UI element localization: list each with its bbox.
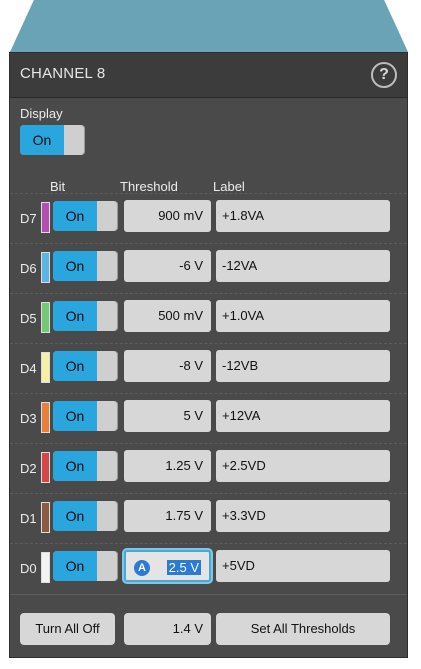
channel-toggle-knob: [100, 351, 118, 381]
channel-color-swatch: [41, 452, 50, 483]
threshold-field[interactable]: 900 mV: [124, 200, 211, 232]
channel-toggle[interactable]: On: [53, 251, 118, 281]
channel-toggle-knob: [100, 301, 118, 331]
channel-toggle-on: On: [53, 501, 97, 531]
channel-toggle[interactable]: On: [53, 501, 118, 531]
label-field[interactable]: +5VD: [216, 550, 390, 582]
channel-row-d6: D6 On -6 V -12VA: [10, 243, 407, 294]
label-field[interactable]: -12VA: [216, 250, 390, 282]
channel-toggle-on: On: [53, 251, 97, 281]
channel-name: D2: [20, 461, 37, 476]
channel-toggle-knob: [100, 551, 118, 581]
channel-toggle[interactable]: On: [53, 401, 118, 431]
label-field[interactable]: -12VB: [216, 350, 390, 382]
turn-all-off-button[interactable]: Turn All Off: [20, 613, 115, 645]
channel-toggle[interactable]: On: [53, 301, 118, 331]
channel-name: D6: [20, 261, 37, 276]
column-threshold: Threshold: [120, 179, 178, 194]
channel-row-d1: D1 On 1.75 V +3.3VD: [10, 493, 407, 544]
display-label: Display: [20, 106, 63, 121]
channel-row-d5: D5 On 500 mV +1.0VA: [10, 293, 407, 344]
display-toggle-on: On: [20, 125, 64, 155]
display-toggle-knob: [67, 125, 85, 155]
channel-name: D7: [20, 211, 37, 226]
channel-name: D0: [20, 561, 37, 576]
panel-titlebar: CHANNEL 8 ?: [10, 53, 407, 98]
label-field[interactable]: +12VA: [216, 400, 390, 432]
channel-toggle-knob: [100, 501, 118, 531]
threshold-field[interactable]: 1.25 V: [124, 450, 211, 482]
channel-color-swatch: [41, 552, 50, 583]
all-threshold-field[interactable]: 1.4 V: [124, 613, 211, 645]
channel-row-d2: D2 On 1.25 V +2.5VD: [10, 443, 407, 494]
threshold-field[interactable]: 5 V: [124, 400, 211, 432]
panel-header-tab: [10, 0, 408, 52]
channel-toggle[interactable]: On: [53, 451, 118, 481]
label-field[interactable]: +3.3VD: [216, 500, 390, 532]
display-toggle[interactable]: On: [20, 125, 85, 155]
column-bit: Bit: [50, 179, 66, 194]
label-field[interactable]: +1.8VA: [216, 200, 390, 232]
channel-color-swatch: [41, 402, 50, 433]
channel-toggle-on: On: [53, 301, 97, 331]
channel-color-swatch: [41, 302, 50, 333]
channel-toggle[interactable]: On: [53, 351, 118, 381]
channel-row-d0: D0 On A 2.5 V +5VD: [10, 543, 407, 594]
channel-toggle-on: On: [53, 401, 97, 431]
channel-name: D5: [20, 311, 37, 326]
channel-toggle-knob: [100, 401, 118, 431]
channel-toggle-on: On: [53, 451, 97, 481]
channel-toggle-knob: [100, 201, 118, 231]
channel-toggle-knob: [100, 251, 118, 281]
label-field[interactable]: +1.0VA: [216, 300, 390, 332]
channel-name: D1: [20, 511, 37, 526]
channel-name: D4: [20, 361, 37, 376]
channel-toggle-on: On: [53, 201, 97, 231]
channel-config-panel: CHANNEL 8 ? Display On Bit Threshold Lab…: [9, 52, 408, 658]
channel-color-swatch: [41, 252, 50, 283]
threshold-field[interactable]: 500 mV: [124, 300, 211, 332]
label-field[interactable]: +2.5VD: [216, 450, 390, 482]
channel-color-swatch: [41, 502, 50, 533]
set-all-thresholds-button[interactable]: Set All Thresholds: [216, 613, 390, 645]
panel-title: CHANNEL 8: [20, 65, 106, 82]
channel-row-d3: D3 On 5 V +12VA: [10, 393, 407, 444]
channel-toggle[interactable]: On: [53, 551, 118, 581]
channel-color-swatch: [41, 352, 50, 383]
channel-toggle-knob: [100, 451, 118, 481]
threshold-field[interactable]: -8 V: [124, 350, 211, 382]
channel-toggle[interactable]: On: [53, 201, 118, 231]
channel-toggle-on: On: [53, 351, 97, 381]
channel-row-d7: D7 On 900 mV +1.8VA: [10, 193, 407, 244]
threshold-field[interactable]: 1.75 V: [124, 500, 211, 532]
footer-divider: [10, 594, 407, 595]
help-icon[interactable]: ?: [371, 62, 397, 88]
column-label: Label: [213, 179, 245, 194]
channel-color-swatch: [41, 202, 50, 233]
threshold-field[interactable]: -6 V: [124, 250, 211, 282]
threshold-selected-text: 2.5 V: [166, 560, 201, 575]
channel-name: D3: [20, 411, 37, 426]
channel-row-d4: D4 On -8 V -12VB: [10, 343, 407, 394]
a-badge-icon: A: [134, 560, 150, 576]
threshold-field-active[interactable]: A 2.5 V: [124, 550, 211, 582]
channel-toggle-on: On: [53, 551, 97, 581]
